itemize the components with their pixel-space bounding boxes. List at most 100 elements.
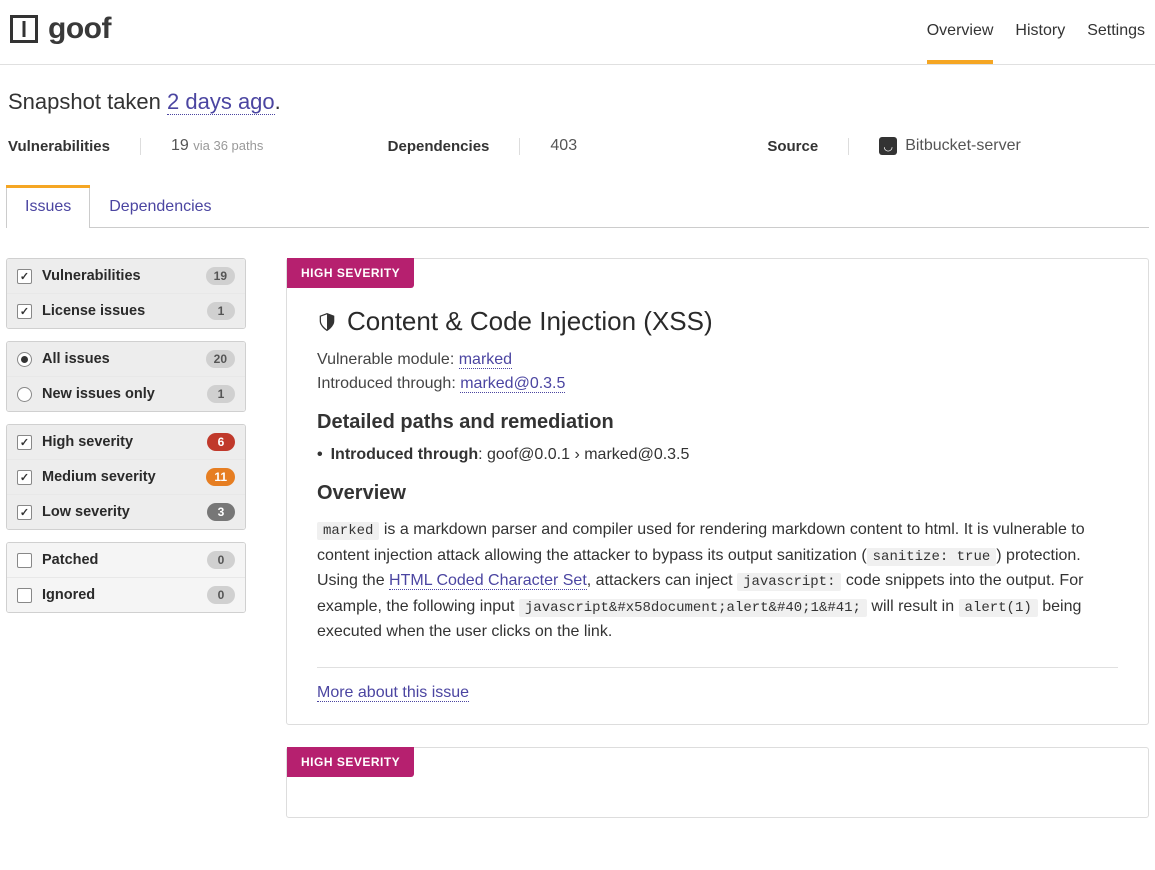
code-alert: alert(1) — [959, 599, 1038, 617]
issues-list: HIGH SEVERITY Content & Code Injection (… — [286, 258, 1149, 840]
stats-row: Vulnerabilities 19 via 36 paths Dependen… — [0, 123, 1155, 185]
stat-vuln-count: 19 — [171, 137, 189, 154]
checkbox-icon — [17, 505, 32, 520]
checkbox-icon — [17, 470, 32, 485]
severity-badge: HIGH SEVERITY — [287, 747, 414, 777]
filter-patched[interactable]: Patched 0 — [7, 543, 245, 578]
checkbox-icon — [17, 304, 32, 319]
filter-count-badge: 0 — [207, 586, 235, 604]
ov-text: will result in — [867, 598, 959, 615]
tab-issues[interactable]: Issues — [6, 185, 90, 228]
filter-label: License issues — [42, 303, 197, 319]
filter-label: All issues — [42, 351, 196, 367]
filter-label: High severity — [42, 434, 197, 450]
code-javascript: javascript: — [737, 573, 841, 591]
filter-count-badge: 1 — [207, 302, 235, 320]
filter-label: Low severity — [42, 504, 197, 520]
filter-label: Vulnerabilities — [42, 268, 196, 284]
snapshot-suffix: . — [275, 89, 281, 114]
vulnerable-module-line: Vulnerable module: marked — [317, 351, 1118, 369]
filter-sidebar: Vulnerabilities 19 License issues 1 All … — [6, 258, 246, 625]
nav-overview[interactable]: Overview — [927, 12, 994, 64]
filter-low-severity[interactable]: Low severity 3 — [7, 495, 245, 529]
html-charset-link[interactable]: HTML Coded Character Set — [389, 572, 587, 590]
filter-group-type: Vulnerabilities 19 License issues 1 — [6, 258, 246, 329]
source-name: Bitbucket-server — [905, 137, 1021, 155]
vuln-module-link[interactable]: marked — [459, 351, 512, 369]
filter-count-badge: 19 — [206, 267, 235, 285]
snapshot-bar: Snapshot taken 2 days ago. — [0, 65, 1155, 123]
filter-group-severity: High severity 6 Medium severity 11 Low s… — [6, 424, 246, 530]
issue-card: HIGH SEVERITY Content & Code Injection (… — [286, 258, 1149, 725]
filter-count-badge: 6 — [207, 433, 235, 451]
stat-dep-label: Dependencies — [388, 138, 521, 155]
stat-source-value: ◡ Bitbucket-server — [879, 137, 1021, 155]
paths-heading: Detailed paths and remediation — [317, 411, 1118, 434]
overview-heading: Overview — [317, 482, 1118, 505]
content-tabs: Issues Dependencies — [6, 185, 1149, 228]
filter-label: New issues only — [42, 386, 197, 402]
filter-count-badge: 3 — [207, 503, 235, 521]
code-marked: marked — [317, 522, 379, 540]
introduced-label: Introduced through: — [317, 375, 460, 392]
content: Vulnerabilities 19 License issues 1 All … — [0, 228, 1155, 870]
filter-high-severity[interactable]: High severity 6 — [7, 425, 245, 460]
checkbox-icon — [17, 435, 32, 450]
path-item: Introduced through: goof@0.0.1 › marked@… — [317, 446, 1118, 464]
header-left: goof — [10, 12, 111, 64]
ov-text: , attackers can inject — [587, 572, 737, 589]
code-sanitize: sanitize: true — [867, 548, 997, 566]
checkbox-icon — [17, 588, 32, 603]
filter-group-scope: All issues 20 New issues only 1 — [6, 341, 246, 412]
stat-vuln-via: via 36 paths — [193, 138, 263, 153]
stat-vuln-label: Vulnerabilities — [8, 138, 141, 155]
filter-count-badge: 20 — [206, 350, 235, 368]
code-payload: javascript&#x58document;alert&#40;1&#41; — [519, 599, 867, 617]
filter-count-badge: 11 — [206, 468, 235, 486]
npm-icon — [10, 15, 38, 43]
radio-icon — [17, 352, 32, 367]
filter-new-issues[interactable]: New issues only 1 — [7, 377, 245, 411]
snapshot-prefix: Snapshot taken — [8, 89, 167, 114]
introduced-link[interactable]: marked@0.3.5 — [460, 375, 565, 393]
overview-text: marked is a markdown parser and compiler… — [317, 517, 1118, 645]
header: goof Overview History Settings — [0, 0, 1155, 65]
snapshot-time-link[interactable]: 2 days ago — [167, 89, 275, 115]
shield-icon — [317, 311, 337, 333]
radio-icon — [17, 387, 32, 402]
filter-count-badge: 0 — [207, 551, 235, 569]
main-nav: Overview History Settings — [927, 12, 1145, 64]
issue-title: Content & Code Injection (XSS) — [317, 306, 1118, 337]
introduced-through-line: Introduced through: marked@0.3.5 — [317, 375, 1118, 393]
filter-group-status: Patched 0 Ignored 0 — [6, 542, 246, 613]
more-about-link[interactable]: More about this issue — [317, 684, 469, 702]
bitbucket-icon: ◡ — [879, 137, 897, 155]
filter-label: Medium severity — [42, 469, 196, 485]
filter-medium-severity[interactable]: Medium severity 11 — [7, 460, 245, 495]
nav-settings[interactable]: Settings — [1087, 12, 1145, 64]
divider — [317, 667, 1118, 668]
filter-label: Ignored — [42, 587, 197, 603]
filter-count-badge: 1 — [207, 385, 235, 403]
filter-ignored[interactable]: Ignored 0 — [7, 578, 245, 612]
checkbox-icon — [17, 269, 32, 284]
path-intro-label: Introduced through — [331, 446, 479, 463]
filter-license-issues[interactable]: License issues 1 — [7, 294, 245, 328]
stat-dependencies: Dependencies 403 — [388, 137, 768, 155]
tab-dependencies[interactable]: Dependencies — [90, 185, 230, 228]
app-name: goof — [48, 12, 111, 46]
stat-source: Source ◡ Bitbucket-server — [767, 137, 1147, 155]
filter-label: Patched — [42, 552, 197, 568]
checkbox-icon — [17, 553, 32, 568]
stat-vulnerabilities: Vulnerabilities 19 via 36 paths — [8, 137, 388, 155]
issue-title-text: Content & Code Injection (XSS) — [347, 306, 713, 337]
issue-card: HIGH SEVERITY — [286, 747, 1149, 818]
filter-all-issues[interactable]: All issues 20 — [7, 342, 245, 377]
vuln-module-label: Vulnerable module: — [317, 351, 459, 368]
filter-vulnerabilities[interactable]: Vulnerabilities 19 — [7, 259, 245, 294]
nav-history[interactable]: History — [1015, 12, 1065, 64]
path-value: : goof@0.0.1 › marked@0.3.5 — [478, 446, 689, 463]
stat-source-label: Source — [767, 138, 849, 155]
severity-badge: HIGH SEVERITY — [287, 258, 414, 288]
stat-vuln-value: 19 via 36 paths — [171, 137, 263, 155]
